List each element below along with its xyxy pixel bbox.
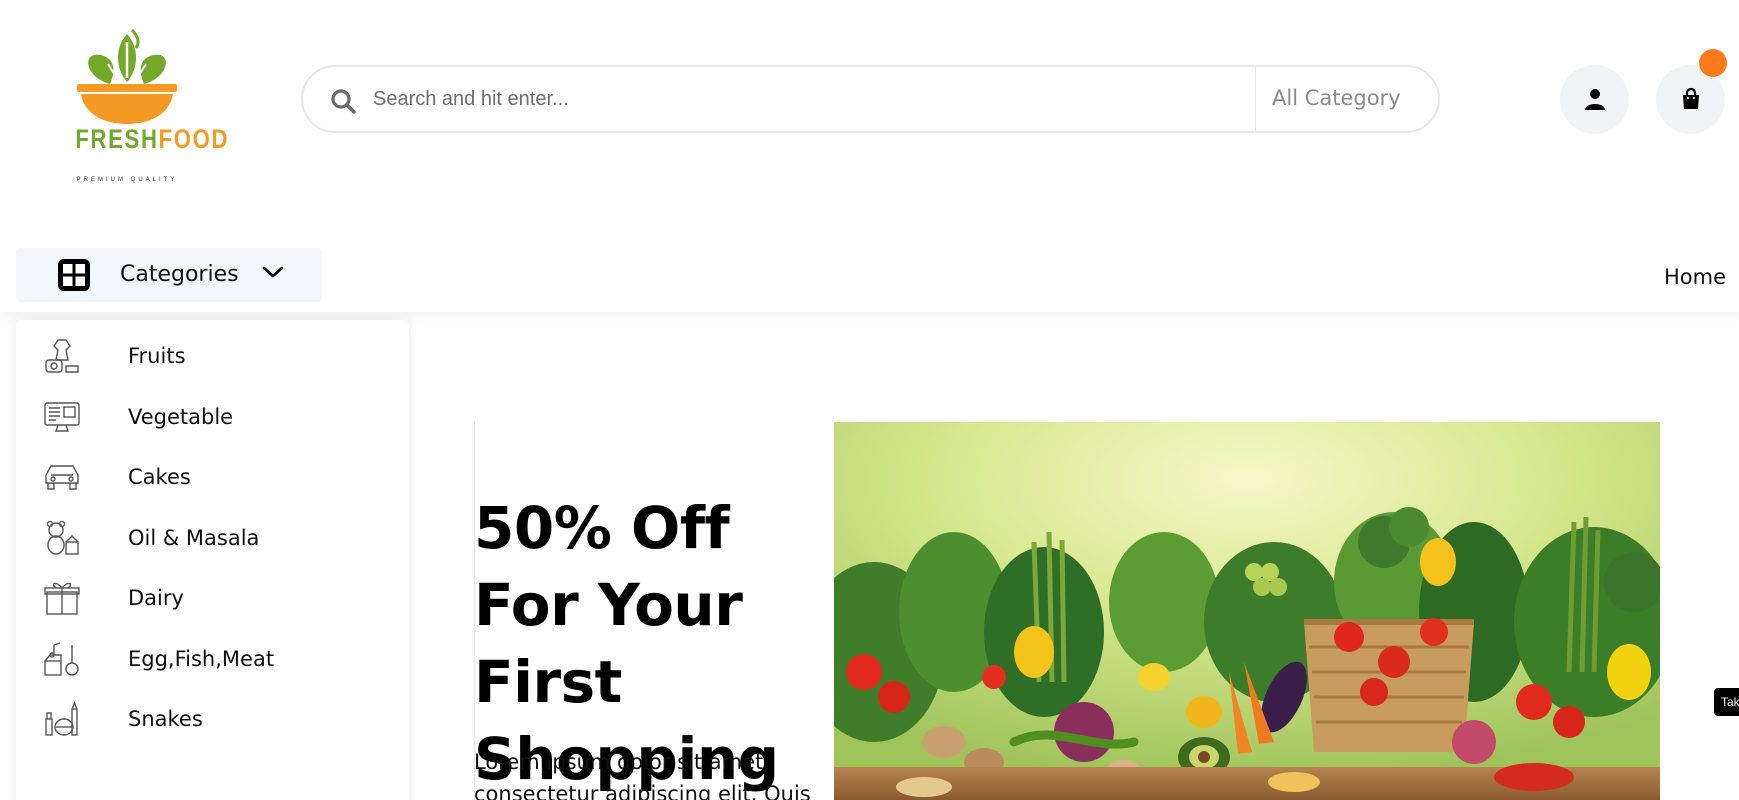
search-input[interactable] xyxy=(373,79,1233,119)
brand-logo[interactable]: FRESHFOOD PREMIUM QUALITY xyxy=(64,26,227,183)
category-item-egg-fish-meat[interactable]: Egg,Fish,Meat xyxy=(42,637,382,681)
category-item-snakes[interactable]: Snakes xyxy=(42,697,382,741)
search-divider xyxy=(1255,67,1256,131)
search-bar: All Category xyxy=(301,65,1440,133)
category-item-oil-masala[interactable]: Oil & Masala xyxy=(42,516,382,560)
category-item-vegetable[interactable]: Vegetable xyxy=(42,395,382,439)
brand-word-fresh: FRESH xyxy=(75,124,159,154)
category-list: Fruits Vegetable Cakes Oil & Masala Dair… xyxy=(16,320,409,800)
categories-toggle-button[interactable]: Categories xyxy=(16,248,322,302)
monitor-icon xyxy=(44,402,80,432)
category-label: Oil & Masala xyxy=(128,526,260,550)
brand-word-food: FOOD xyxy=(158,124,230,154)
category-item-fruits[interactable]: Fruits xyxy=(42,334,382,378)
search-icon[interactable] xyxy=(329,87,357,115)
category-label: Fruits xyxy=(128,344,186,368)
page: FRESHFOOD PREMIUM QUALITY All Category xyxy=(0,0,1739,800)
shopping-bag-icon xyxy=(1683,87,1699,109)
category-select[interactable]: All Category xyxy=(1272,81,1401,115)
vegetables-banner-image[interactable] xyxy=(834,422,1660,800)
account-button[interactable] xyxy=(1560,65,1629,134)
category-label: Vegetable xyxy=(128,405,234,429)
user-icon xyxy=(1585,89,1605,110)
categories-label: Categories xyxy=(120,262,239,287)
nav-link-home[interactable]: Home xyxy=(1664,262,1726,292)
music-instruments-icon xyxy=(44,642,79,676)
teddy-bear-icon xyxy=(46,520,79,555)
category-label: Egg,Fish,Meat xyxy=(128,647,275,671)
cosmetics-icon xyxy=(45,701,78,736)
brand-tagline: PREMIUM QUALITY xyxy=(76,177,178,183)
salad-bowl-logo-icon xyxy=(77,28,177,124)
category-label: Snakes xyxy=(128,707,203,731)
category-label: Dairy xyxy=(128,586,184,610)
dress-icon xyxy=(45,339,79,373)
side-floating-tab[interactable]: Tak xyxy=(1714,688,1739,716)
car-icon xyxy=(45,465,79,490)
nav-bar: Categories Home xyxy=(0,240,1739,312)
category-item-cakes[interactable]: Cakes xyxy=(42,455,382,499)
chevron-down-icon xyxy=(262,266,284,278)
grid-icon xyxy=(58,259,90,291)
hero-text: Lorem ipsum dolor sit amet, consectetur … xyxy=(474,750,811,800)
brand-wordmark: FRESHFOOD xyxy=(75,124,227,154)
gift-box-icon xyxy=(44,582,80,615)
category-label: Cakes xyxy=(128,465,191,489)
vegetables-banner-illustration xyxy=(834,422,1660,800)
category-item-dairy[interactable]: Dairy xyxy=(42,576,382,620)
cart-badge xyxy=(1699,49,1727,77)
